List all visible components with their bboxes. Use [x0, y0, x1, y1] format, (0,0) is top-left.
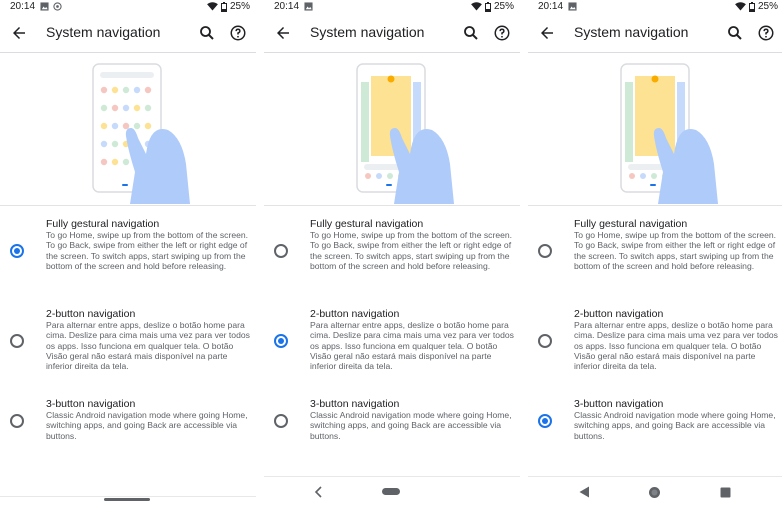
- help-icon[interactable]: [757, 24, 775, 42]
- status-time: 20:14: [538, 1, 564, 12]
- option-description: Classic Android navigation mode where go…: [574, 410, 776, 441]
- page-title: System navigation: [310, 24, 425, 40]
- status-time: 20:14: [10, 1, 36, 12]
- hand-shape: [389, 128, 454, 204]
- two-button-illustration: [356, 63, 454, 204]
- panel-gap: [256, 0, 264, 508]
- battery-percent: 25%: [493, 1, 514, 12]
- option-description: To go Home, swipe up from the bottom of …: [574, 230, 777, 271]
- help-icon[interactable]: [229, 24, 247, 42]
- option-description: To go Home, swipe up from the bottom of …: [310, 230, 513, 271]
- status-time: 20:14: [274, 1, 300, 12]
- radio-fully-gestural[interactable]: [274, 244, 288, 258]
- recents-square-icon[interactable]: [720, 487, 731, 498]
- gesture-illustration: [92, 63, 190, 204]
- search-icon[interactable]: [726, 24, 744, 42]
- search-icon[interactable]: [198, 24, 216, 42]
- image-notification-icon: [304, 2, 313, 11]
- radio-fully-gestural[interactable]: [10, 244, 24, 258]
- radio-2-button[interactable]: [274, 334, 288, 348]
- three-button-nav-bar: [528, 476, 782, 508]
- wifi-icon: [471, 2, 482, 11]
- app-card-left: [625, 82, 633, 162]
- option-description: To go Home, swipe up from the bottom of …: [46, 230, 249, 271]
- status-bar: 20:14 25%: [264, 0, 520, 14]
- radio-3-button[interactable]: [10, 414, 24, 428]
- option-title: 3-button navigation: [310, 398, 400, 410]
- back-arrow-icon[interactable]: [10, 24, 28, 42]
- divider: [0, 205, 256, 206]
- battery-percent: 25%: [229, 1, 250, 12]
- whatsapp-notification-icon: [53, 2, 62, 11]
- option-description: Para alternar entre apps, deslize o botã…: [574, 320, 778, 372]
- page-title: System navigation: [574, 24, 689, 40]
- help-icon[interactable]: [493, 24, 511, 42]
- option-title: 2-button navigation: [310, 308, 400, 320]
- hand-shape: [125, 128, 190, 204]
- radio-3-button[interactable]: [274, 414, 288, 428]
- option-description: Classic Android navigation mode where go…: [310, 410, 512, 441]
- option-title: 3-button navigation: [574, 398, 664, 410]
- screenshot-panel-3-button: 20:14 25% System navigation Fully gestur…: [528, 0, 782, 508]
- back-triangle-icon[interactable]: [579, 486, 590, 498]
- divider: [528, 205, 782, 206]
- battery-icon: [220, 1, 227, 12]
- nav-divider: [0, 496, 256, 497]
- wifi-icon: [207, 2, 218, 11]
- option-title: 2-button navigation: [46, 308, 136, 320]
- option-title: Fully gestural navigation: [46, 218, 160, 230]
- radio-2-button[interactable]: [538, 334, 552, 348]
- app-bar: System navigation: [528, 14, 782, 53]
- home-pill-button[interactable]: [382, 488, 400, 495]
- wifi-icon: [735, 2, 746, 11]
- option-description: Classic Android navigation mode where go…: [46, 410, 248, 441]
- page-title: System navigation: [46, 24, 161, 40]
- home-circle-icon[interactable]: [648, 486, 661, 499]
- radio-fully-gestural[interactable]: [538, 244, 552, 258]
- hand-shape: [653, 128, 718, 204]
- panel-gap: [520, 0, 528, 508]
- gesture-handle[interactable]: [104, 498, 150, 501]
- option-description: Para alternar entre apps, deslize o botã…: [310, 320, 514, 372]
- app-bar: System navigation: [0, 14, 256, 53]
- battery-icon: [748, 1, 755, 12]
- three-button-illustration: [620, 63, 718, 204]
- option-title: 3-button navigation: [46, 398, 136, 410]
- back-arrow-icon[interactable]: [274, 24, 292, 42]
- battery-percent: 25%: [757, 1, 778, 12]
- divider: [264, 205, 520, 206]
- status-bar: 20:14 25%: [528, 0, 782, 14]
- two-button-nav-bar: [264, 476, 520, 508]
- image-notification-icon: [568, 2, 577, 11]
- option-title: Fully gestural navigation: [310, 218, 424, 230]
- option-description: Para alternar entre apps, deslize o botã…: [46, 320, 250, 372]
- radio-2-button[interactable]: [10, 334, 24, 348]
- status-bar: 20:14 25%: [0, 0, 256, 14]
- search-icon[interactable]: [462, 24, 480, 42]
- back-arrow-icon[interactable]: [538, 24, 556, 42]
- radio-3-button[interactable]: [538, 414, 552, 428]
- option-title: 2-button navigation: [574, 308, 664, 320]
- app-bar: System navigation: [264, 14, 520, 53]
- option-title: Fully gestural navigation: [574, 218, 688, 230]
- gesture-nav-bar: [0, 476, 256, 508]
- image-notification-icon: [40, 2, 49, 11]
- back-chevron-icon[interactable]: [314, 486, 324, 498]
- battery-icon: [484, 1, 491, 12]
- screenshot-panel-2-button: 20:14 25% System navigation Fully gestur…: [264, 0, 520, 508]
- screenshot-panel-gestural: 20:14 25% System navigation Fully gestur…: [0, 0, 256, 508]
- app-card-left: [361, 82, 369, 162]
